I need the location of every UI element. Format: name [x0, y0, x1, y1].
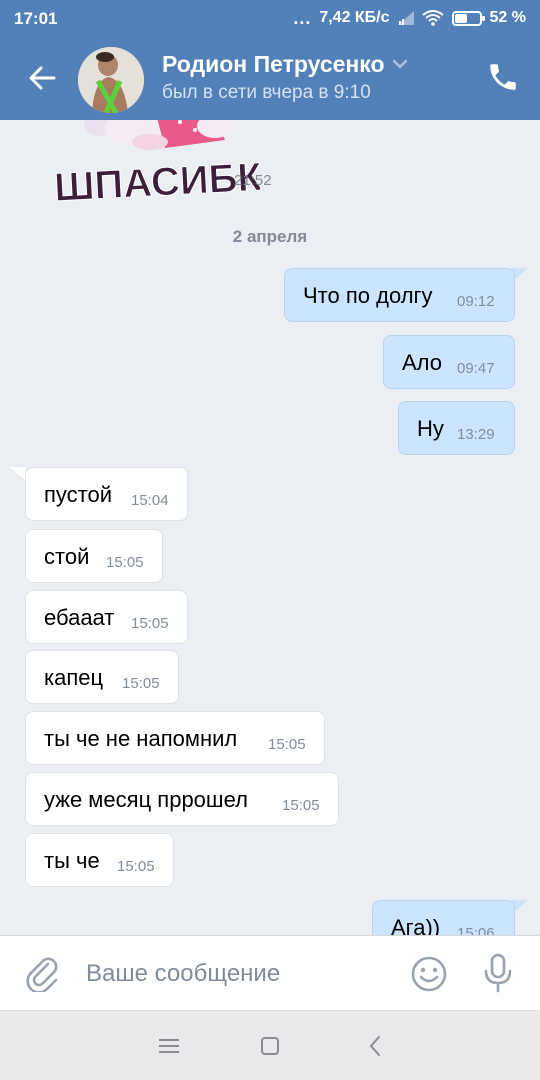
- sticker-text: ШПАСИБКИ: [53, 154, 260, 210]
- menu-icon[interactable]: [156, 1035, 182, 1057]
- message-time: 15:05: [282, 797, 320, 814]
- message-outgoing[interactable]: Ага)) 15:06: [372, 900, 515, 935]
- phone-icon[interactable]: [486, 60, 520, 94]
- message-input[interactable]: [86, 956, 386, 992]
- message-text: капец: [44, 665, 104, 690]
- message-outgoing[interactable]: Что по долгу 09:12: [284, 268, 515, 322]
- message-incoming[interactable]: ебааат 15:05: [25, 590, 188, 644]
- message-text: ты че не напомнил: [44, 726, 238, 751]
- message-text: ты че: [44, 848, 100, 873]
- chat-header: Родион Петрусенко был в сети вчера в 9:1…: [0, 38, 540, 120]
- status-time: 17:01: [14, 9, 58, 28]
- signal-icon: [397, 11, 414, 25]
- message-composer: [0, 935, 540, 1010]
- message-outgoing[interactable]: Ну 13:29: [398, 401, 515, 455]
- message-time: 15:06: [457, 925, 495, 935]
- message-incoming[interactable]: ты че не напомнил 15:05: [25, 711, 325, 765]
- status-bar: 17:01 ... 7,42 КБ/с 52 %: [0, 0, 540, 38]
- date-separator: 2 апреля: [232, 227, 308, 246]
- chevron-down-icon[interactable]: [390, 56, 410, 72]
- message-text: Что по долгу: [303, 283, 433, 308]
- message-time: 09:47: [457, 360, 495, 377]
- avatar[interactable]: [78, 47, 144, 113]
- sticker-image: ШПАСИБКИ: [53, 120, 292, 210]
- chevron-left-icon[interactable]: [365, 1033, 385, 1059]
- message-time: 15:04: [131, 492, 169, 509]
- top-bar: 17:01 ... 7,42 КБ/с 52 % Родион Петрусен…: [0, 0, 540, 120]
- message-time: 09:12: [457, 293, 495, 310]
- message-incoming[interactable]: стой 15:05: [25, 529, 163, 583]
- battery-fill: [454, 13, 467, 23]
- message-outgoing[interactable]: Ало 09:47: [383, 335, 515, 389]
- message-text: пустой: [44, 482, 113, 507]
- message-text: Ало: [402, 350, 442, 375]
- message-incoming[interactable]: капец 15:05: [25, 650, 179, 704]
- message-incoming[interactable]: ты че 15:05: [25, 833, 174, 887]
- message-incoming[interactable]: пустой 15:04: [25, 467, 188, 521]
- message-text: ебааат: [44, 605, 115, 630]
- message-time: 15:05: [122, 675, 160, 692]
- smile-icon[interactable]: [410, 955, 448, 993]
- status-indicators: ... 7,42 КБ/с 52 %: [293, 9, 526, 27]
- bubble-tail: [10, 467, 26, 481]
- notification-dots: ...: [293, 8, 312, 28]
- battery-percent: 52 %: [489, 9, 526, 26]
- message-text: Ну: [417, 416, 444, 441]
- wifi-icon: [421, 10, 444, 26]
- message-time: 15:05: [268, 736, 306, 753]
- battery-icon: [451, 10, 485, 26]
- arrow-left-icon[interactable]: [24, 60, 60, 96]
- message-time: 15:05: [131, 615, 169, 632]
- paperclip-icon[interactable]: [24, 954, 60, 992]
- message-list[interactable]: ШПАСИБКИ 21:52 2 апреля Что по долгу 09:…: [0, 120, 540, 935]
- message-time: 15:05: [106, 554, 144, 571]
- sticker[interactable]: ШПАСИБКИ: [40, 120, 292, 210]
- sticker-time: 21:52: [234, 172, 272, 189]
- contact-last-seen: был в сети вчера в 9:10: [162, 82, 371, 103]
- avatar-photo: [78, 47, 144, 113]
- mic-icon[interactable]: [482, 953, 514, 993]
- message-text: уже месяц пррошел: [44, 787, 248, 812]
- net-speed: 7,42 КБ/с: [319, 9, 390, 26]
- message-time: 13:29: [457, 426, 495, 443]
- system-nav-bar: [0, 1010, 540, 1080]
- message-time: 15:05: [117, 858, 155, 875]
- message-text: стой: [44, 544, 90, 569]
- message-incoming[interactable]: уже месяц пррошел 15:05: [25, 772, 339, 826]
- contact-name[interactable]: Родион Петрусенко: [162, 51, 385, 78]
- message-text: Ага)): [391, 915, 441, 935]
- square-icon[interactable]: [259, 1035, 281, 1057]
